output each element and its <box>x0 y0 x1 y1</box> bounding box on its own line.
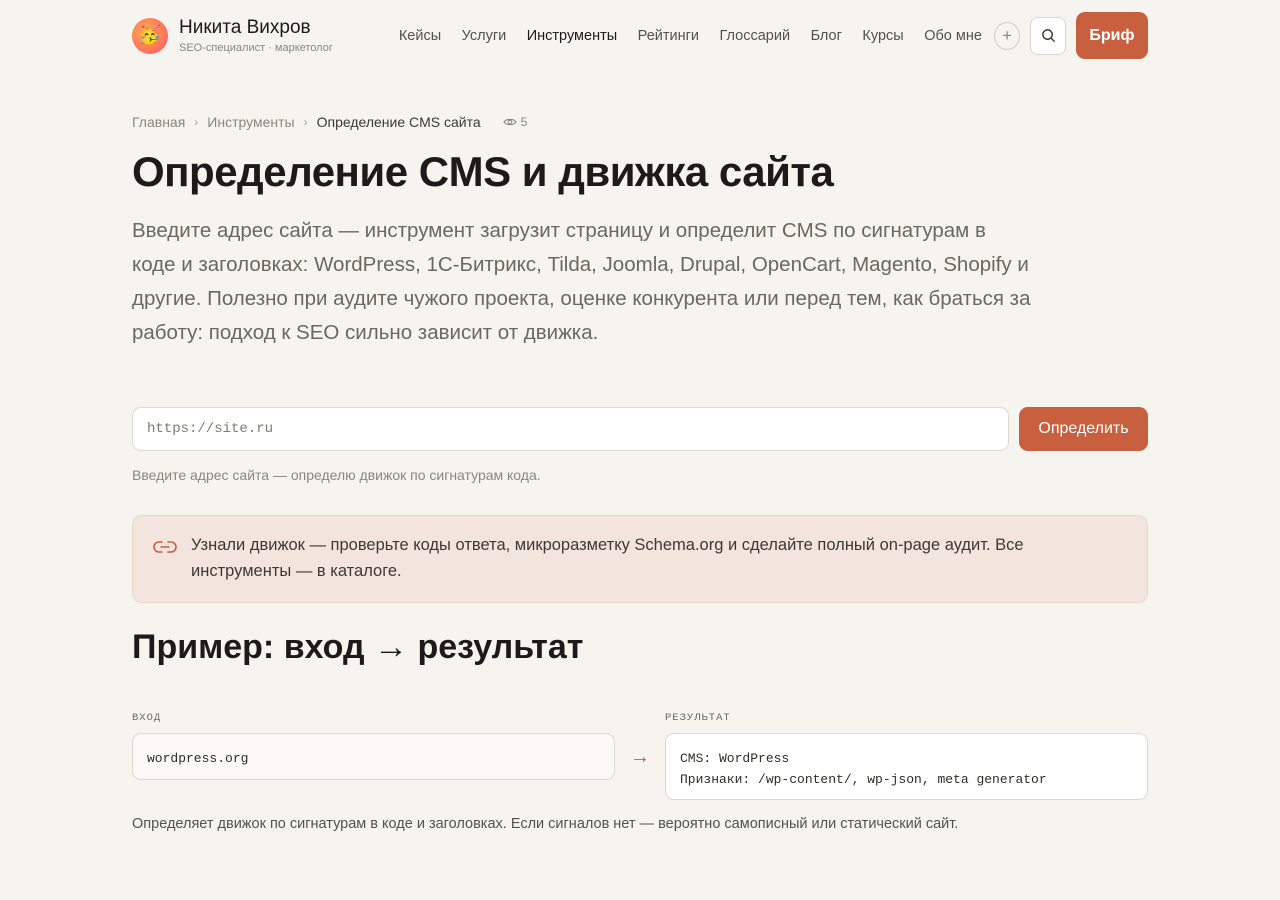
avatar[interactable]: 🥳 <box>132 17 168 54</box>
nav-item-services[interactable]: Услуги <box>462 28 507 44</box>
nav-item-ratings[interactable]: Рейтинги <box>638 28 699 44</box>
arrow-right-icon: → <box>630 746 650 768</box>
page-lead: Введите адрес сайта — инструмент загрузи… <box>132 219 1031 344</box>
breadcrumb: Главная › Инструменты › Определение CMS … <box>132 113 1148 131</box>
nav-item-blog[interactable]: Блог <box>811 28 842 44</box>
callout-text: Узнали движок — проверьте коды ответа, м… <box>191 536 1024 580</box>
search-icon <box>1041 29 1055 43</box>
nav-item-courses[interactable]: Курсы <box>862 28 903 44</box>
more-menu-button[interactable]: + <box>993 21 1021 50</box>
breadcrumb-home[interactable]: Главная <box>132 114 185 130</box>
url-input[interactable] <box>132 407 1009 451</box>
output-line-signs: Признаки: /wp-content/, wp-json, meta ge… <box>680 772 1047 787</box>
output-line-cms: CMS: WordPress <box>680 751 790 766</box>
brand-subtitle: SEO-специалист · маркетолог <box>179 41 333 54</box>
view-count-value: 5 <box>520 115 528 129</box>
example-output: CMS: WordPress Признаки: /wp-content/, w… <box>665 733 1148 800</box>
breadcrumb-separator-icon: › <box>194 115 199 129</box>
breadcrumb-current: Определение CMS сайта <box>316 114 481 130</box>
brand[interactable]: Никита Вихров SEO-специалист · маркетоло… <box>179 17 357 55</box>
nav-item-glossary[interactable]: Глоссарий <box>720 28 791 44</box>
nav-item-cases[interactable]: Кейсы <box>399 28 441 44</box>
example-heading: Пример: вход → результат <box>132 628 584 666</box>
breadcrumb-separator-icon: › <box>303 115 308 129</box>
example-note: Определяет движок по сигнатурам в коде и… <box>132 816 959 832</box>
link-icon <box>153 541 177 553</box>
nav-item-about[interactable]: Обо мне <box>924 28 982 44</box>
input-label: ВХОД <box>132 712 162 724</box>
output-label: РЕЗУЛЬТАТ <box>665 712 731 724</box>
tip-callout: Узнали движок — проверьте коды ответа, м… <box>132 515 1148 603</box>
nav-item-tools[interactable]: Инструменты <box>527 28 617 44</box>
site-header: 🥳 Никита Вихров SEO-специалист · маркето… <box>132 12 1148 59</box>
brief-button[interactable]: Бриф <box>1075 12 1148 59</box>
eye-icon <box>503 118 517 126</box>
breadcrumb-tools[interactable]: Инструменты <box>207 114 294 130</box>
page-title: Определение CMS и движка сайта <box>132 148 834 195</box>
search-button[interactable] <box>1030 16 1066 55</box>
example-input: wordpress.org <box>132 733 615 780</box>
main-nav: Кейсы Услуги Инструменты Рейтинги Глосса… <box>399 28 982 44</box>
detect-button[interactable]: Определить <box>1019 407 1148 451</box>
detect-form: Определить <box>132 407 1148 451</box>
view-count: 5 <box>503 115 528 129</box>
brand-name: Никита Вихров <box>179 16 311 38</box>
form-hint: Введите адрес сайта — определю движок по… <box>132 467 541 483</box>
